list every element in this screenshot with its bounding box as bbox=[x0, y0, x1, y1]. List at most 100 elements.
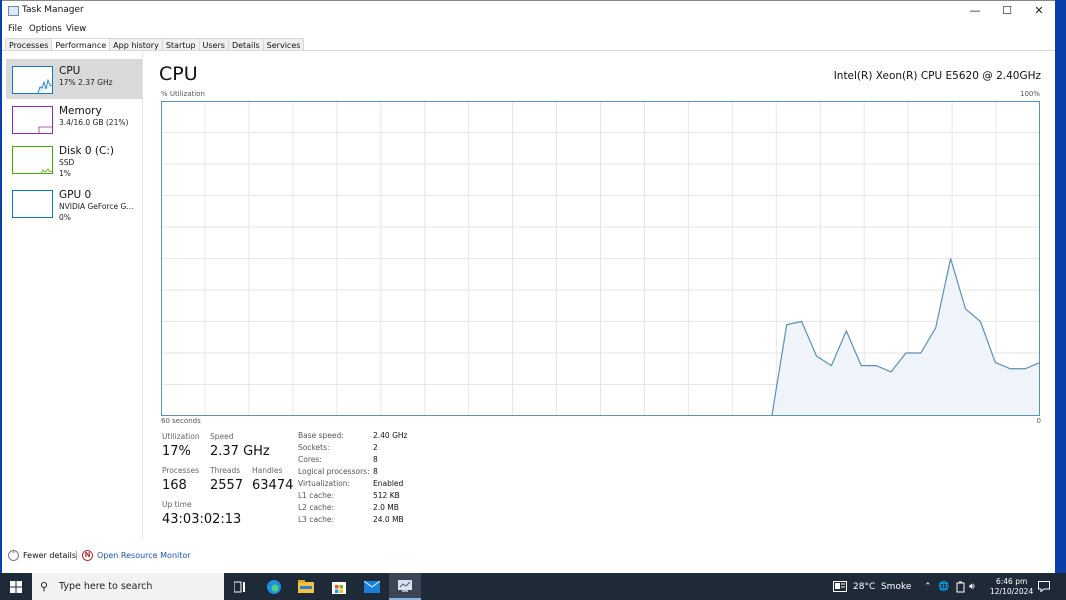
cpu-utilization-graph bbox=[161, 101, 1040, 416]
detail-key: L3 cache: bbox=[298, 515, 335, 524]
speed-value: 2.37 GHz bbox=[210, 444, 270, 459]
sidebar-gpu-usage: 0% bbox=[59, 213, 71, 222]
microsoft-store-icon bbox=[332, 581, 346, 594]
sidebar-disk-name: Disk 0 (C:) bbox=[59, 145, 114, 157]
windows-logo-icon bbox=[10, 580, 22, 593]
detail-key: Logical processors: bbox=[298, 467, 370, 476]
close-button[interactable]: ✕ bbox=[1024, 3, 1054, 19]
speed-label: Speed bbox=[210, 432, 234, 441]
start-button[interactable] bbox=[0, 573, 32, 600]
detail-key: Sockets: bbox=[298, 443, 330, 452]
sidebar-disk-type: SSD bbox=[59, 158, 75, 167]
folder-icon bbox=[298, 580, 314, 593]
detail-value: 2.0 MB bbox=[373, 503, 399, 512]
cpu-thumbnail-graph bbox=[12, 66, 53, 94]
mail-icon bbox=[364, 580, 380, 593]
sidebar-disk-usage: 1% bbox=[59, 169, 71, 178]
performance-sidebar: CPU 17% 2.37 GHz Memory 3.4/16.0 GB (21%… bbox=[2, 51, 143, 539]
resource-monitor-icon: N bbox=[82, 550, 93, 561]
sidebar-memory-name: Memory bbox=[59, 105, 102, 117]
title-bar: Task Manager — ☐ ✕ bbox=[2, 1, 1055, 21]
sidebar-gpu-name: GPU 0 bbox=[59, 189, 92, 201]
open-resource-monitor-label: Open Resource Monitor bbox=[97, 551, 191, 560]
cpu-panel: CPU Intel(R) Xeon(R) CPU E5620 @ 2.40GHz… bbox=[143, 51, 1055, 541]
sidebar-cpu-detail: 17% 2.37 GHz bbox=[59, 78, 113, 87]
detail-value: 8 bbox=[373, 455, 378, 464]
footer-separator bbox=[76, 551, 77, 560]
handles-label: Handles bbox=[252, 466, 283, 475]
detail-key: Cores: bbox=[298, 455, 322, 464]
processes-value: 168 bbox=[162, 478, 187, 493]
network-icon[interactable]: 🌐 bbox=[938, 573, 949, 600]
sidebar-item-gpu[interactable]: GPU 0 NVIDIA GeForce G... 0% bbox=[6, 183, 142, 223]
task-manager-icon bbox=[398, 579, 412, 592]
sidebar-item-disk[interactable]: Disk 0 (C:) SSD 1% bbox=[6, 139, 142, 179]
task-manager-taskbar-button[interactable] bbox=[389, 573, 421, 600]
handles-value: 63474 bbox=[252, 478, 294, 493]
threads-label: Threads bbox=[210, 466, 241, 475]
utilization-value: 17% bbox=[162, 444, 191, 459]
taskbar-search-box[interactable]: ⚲ Type here to search bbox=[32, 573, 224, 600]
uptime-value: 43:03:02:13 bbox=[162, 512, 242, 527]
threads-value: 2557 bbox=[210, 478, 244, 493]
detail-key: L2 cache: bbox=[298, 503, 335, 512]
show-hidden-icons-button[interactable]: ⌃ bbox=[924, 573, 932, 600]
open-resource-monitor-link[interactable]: N Open Resource Monitor bbox=[82, 550, 191, 561]
clock[interactable]: 6:46 pm 12/10/2024 bbox=[990, 573, 1033, 600]
maximize-button[interactable]: ☐ bbox=[992, 3, 1022, 19]
page-title: CPU bbox=[159, 63, 198, 85]
detail-value: 2.40 GHz bbox=[373, 431, 408, 440]
detail-key: Base speed: bbox=[298, 431, 344, 440]
chevron-up-icon: ⌃ bbox=[924, 581, 932, 592]
memory-thumbnail-graph bbox=[12, 106, 53, 134]
sidebar-gpu-model: NVIDIA GeForce G... bbox=[59, 202, 134, 211]
menu-options[interactable]: Options bbox=[29, 24, 62, 34]
battery-icon[interactable] bbox=[956, 573, 965, 600]
sidebar-item-memory[interactable]: Memory 3.4/16.0 GB (21%) bbox=[6, 99, 142, 139]
detail-value: 24.0 MB bbox=[373, 515, 404, 524]
sidebar-memory-detail: 3.4/16.0 GB (21%) bbox=[59, 118, 129, 127]
edge-taskbar-button[interactable] bbox=[258, 573, 290, 600]
detail-value: 8 bbox=[373, 467, 378, 476]
menu-file[interactable]: File bbox=[8, 24, 22, 34]
task-view-button[interactable] bbox=[224, 573, 256, 600]
detail-value: 2 bbox=[373, 443, 378, 452]
gpu-thumbnail-graph bbox=[12, 190, 53, 218]
utilization-label: Utilization bbox=[162, 432, 200, 441]
clock-time: 6:46 pm bbox=[995, 576, 1028, 586]
fewer-details-button[interactable]: ˄ Fewer details bbox=[8, 550, 76, 561]
fewer-details-label: Fewer details bbox=[23, 551, 77, 560]
graph-y-label: % Utilization bbox=[161, 90, 205, 98]
task-manager-window: Task Manager — ☐ ✕ File Options View Pro… bbox=[2, 0, 1055, 573]
graph-x-start-label: 60 seconds bbox=[161, 417, 201, 425]
sidebar-cpu-name: CPU bbox=[59, 65, 81, 77]
utilization-area bbox=[771, 258, 1040, 416]
notification-icon bbox=[1038, 581, 1050, 592]
file-explorer-taskbar-button[interactable] bbox=[290, 573, 322, 600]
detail-value: 512 KB bbox=[373, 491, 400, 500]
chevron-up-icon: ˄ bbox=[8, 550, 19, 561]
window-title: Task Manager bbox=[22, 5, 84, 15]
taskbar: ⚲ Type here to search 28°C Smoke ⌃ 🌐 🔊︎ … bbox=[0, 573, 1066, 600]
notifications-button[interactable] bbox=[1038, 573, 1050, 600]
detail-key: Virtualization: bbox=[298, 479, 351, 488]
clock-date: 12/10/2024 bbox=[990, 586, 1034, 596]
cpu-model-name: Intel(R) Xeon(R) CPU E5620 @ 2.40GHz bbox=[833, 70, 1041, 82]
mail-taskbar-button[interactable] bbox=[356, 573, 388, 600]
sidebar-item-cpu[interactable]: CPU 17% 2.37 GHz bbox=[6, 59, 142, 99]
search-icon: ⚲ bbox=[40, 580, 49, 593]
graph-x-end-label: 0 bbox=[1036, 417, 1041, 425]
minimize-button[interactable]: — bbox=[960, 3, 990, 19]
weather-news-icon bbox=[833, 581, 847, 592]
footer-bar: ˄ Fewer details N Open Resource Monitor bbox=[2, 541, 1055, 571]
menu-view[interactable]: View bbox=[66, 24, 86, 34]
volume-icon[interactable]: 🔊︎ bbox=[969, 573, 975, 600]
detail-value: Enabled bbox=[373, 479, 404, 488]
edge-browser-icon bbox=[267, 579, 281, 594]
disk-thumbnail-graph bbox=[12, 146, 53, 174]
task-view-icon bbox=[234, 581, 245, 592]
detail-key: L1 cache: bbox=[298, 491, 335, 500]
store-taskbar-button[interactable] bbox=[323, 573, 355, 600]
graph-max-label: 100% bbox=[1019, 90, 1040, 98]
weather-widget[interactable]: 28°C Smoke bbox=[833, 573, 911, 600]
